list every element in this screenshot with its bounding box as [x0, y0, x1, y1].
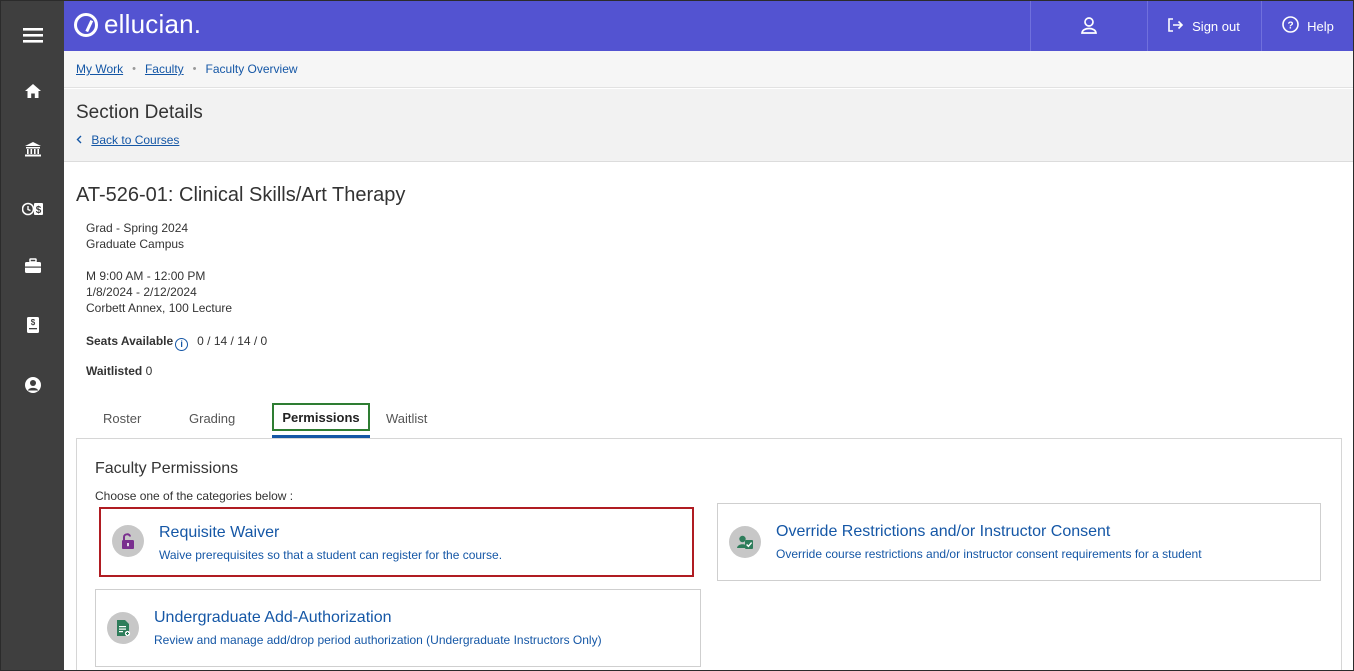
- waitlisted-info: Waitlisted 0: [86, 363, 152, 379]
- help-button[interactable]: ? Help: [1261, 1, 1353, 51]
- waitlisted-label: Waitlisted: [86, 364, 143, 378]
- institution-button[interactable]: [1, 131, 64, 167]
- profile-button[interactable]: [1, 367, 64, 403]
- waitlisted-value: 0: [145, 364, 153, 378]
- user-circle-icon: [24, 376, 42, 394]
- seats-available-value: 0 / 14 / 14 / 0: [197, 334, 268, 348]
- sign-out-button[interactable]: Sign out: [1147, 1, 1261, 51]
- term-text: Grad - Spring 2024: [86, 221, 189, 235]
- left-nav-rail: $ $: [1, 1, 64, 670]
- breadcrumb-separator: •: [132, 63, 136, 75]
- breadcrumb-my-work[interactable]: My Work: [76, 62, 123, 76]
- briefcase-button[interactable]: [1, 248, 64, 284]
- help-icon: ?: [1282, 16, 1299, 36]
- brand-logo[interactable]: ellucian.: [74, 9, 201, 40]
- page-title-band: Section Details Back to Courses: [64, 89, 1353, 162]
- tab-roster[interactable]: Roster: [103, 411, 141, 426]
- location-text: Graduate Campus: [86, 237, 185, 251]
- seats-available-label: Seats Available: [86, 334, 174, 348]
- undergraduate-add-authorization-title: Undergraduate Add-Authorization: [154, 609, 392, 626]
- override-restrictions-card[interactable]: Override Restrictions and/or Instructor …: [717, 503, 1321, 581]
- room-text: Corbett Annex, 100 Lecture: [86, 301, 233, 315]
- back-link-row: Back to Courses: [76, 133, 179, 147]
- tab-permissions-label: Permissions: [282, 409, 360, 425]
- faculty-permissions-panel: Faculty Permissions Choose one of the ca…: [76, 438, 1342, 670]
- app-window: $ $ ellucian. Sign out ? Help My Work • …: [0, 0, 1354, 671]
- meeting-info: M 9:00 AM - 12:00 PM 1/8/2024 - 2/12/202…: [86, 268, 232, 316]
- faculty-permissions-heading: Faculty Permissions: [95, 460, 239, 477]
- help-label: Help: [1307, 18, 1334, 34]
- user-check-icon: [729, 526, 761, 558]
- tab-waitlist[interactable]: Waitlist: [386, 411, 427, 426]
- user-icon: [1080, 16, 1098, 37]
- svg-text:?: ?: [1288, 20, 1294, 31]
- tab-permissions[interactable]: Permissions: [272, 403, 370, 431]
- home-icon: [24, 83, 42, 99]
- requisite-waiver-title: Requisite Waiver: [159, 524, 280, 541]
- user-account-button[interactable]: [1030, 1, 1147, 51]
- home-button[interactable]: [1, 73, 64, 109]
- breadcrumb-faculty[interactable]: Faculty: [145, 62, 184, 76]
- breadcrumb-separator: •: [192, 63, 197, 75]
- breadcrumb-faculty-overview: Faculty Overview: [205, 62, 298, 76]
- menu-icon: [22, 27, 43, 43]
- ellucian-logo-icon: [74, 12, 98, 37]
- back-to-courses-link[interactable]: Back to Courses: [91, 133, 179, 147]
- permissions-hint: Choose one of the categories below :: [95, 489, 294, 503]
- brand-name: ellucian.: [104, 9, 202, 39]
- tab-grading[interactable]: Grading: [189, 411, 235, 426]
- main-content: AT-526-01: Clinical Skills/Art Therapy G…: [64, 163, 1353, 670]
- document-add-icon: [107, 612, 139, 644]
- undergraduate-add-authorization-card[interactable]: Undergraduate Add-Authorization Review a…: [95, 589, 701, 667]
- sign-out-label: Sign out: [1192, 18, 1240, 34]
- menu-button[interactable]: [1, 17, 64, 53]
- finance-icon: $: [21, 201, 44, 217]
- unlock-icon: [112, 525, 144, 557]
- meeting-time-text: M 9:00 AM - 12:00 PM: [86, 269, 206, 283]
- page-title: Section Details: [76, 102, 203, 123]
- meeting-dates-text: 1/8/2024 - 2/12/2024: [86, 285, 197, 299]
- institution-icon: [24, 141, 42, 157]
- document-button[interactable]: $: [1, 307, 64, 343]
- chevron-left-icon: [76, 133, 85, 147]
- finance-button[interactable]: $: [1, 191, 64, 227]
- course-section-title: AT-526-01: Clinical Skills/Art Therapy: [76, 184, 406, 206]
- term-info: Grad - Spring 2024 Graduate Campus: [86, 220, 188, 252]
- sign-out-icon: [1168, 17, 1184, 35]
- briefcase-icon: [24, 258, 42, 274]
- svg-text:$: $: [35, 205, 41, 216]
- requisite-waiver-description: Waive prerequisites so that a student ca…: [159, 548, 503, 562]
- override-restrictions-description: Override course restrictions and/or inst…: [776, 547, 1202, 561]
- breadcrumb: My Work • Faculty • Faculty Overview: [64, 51, 1353, 88]
- top-header: ellucian. Sign out ? Help: [64, 1, 1353, 51]
- undergraduate-add-authorization-description: Review and manage add/drop period author…: [154, 633, 602, 647]
- info-icon[interactable]: i: [175, 338, 189, 351]
- document-icon: $: [26, 316, 40, 334]
- override-restrictions-title: Override Restrictions and/or Instructor …: [776, 523, 1111, 540]
- seats-info: Seats Available i 0 / 14 / 14 / 0: [86, 333, 267, 351]
- requisite-waiver-card[interactable]: Requisite Waiver Waive prerequisites so …: [99, 507, 694, 577]
- svg-text:$: $: [30, 318, 35, 327]
